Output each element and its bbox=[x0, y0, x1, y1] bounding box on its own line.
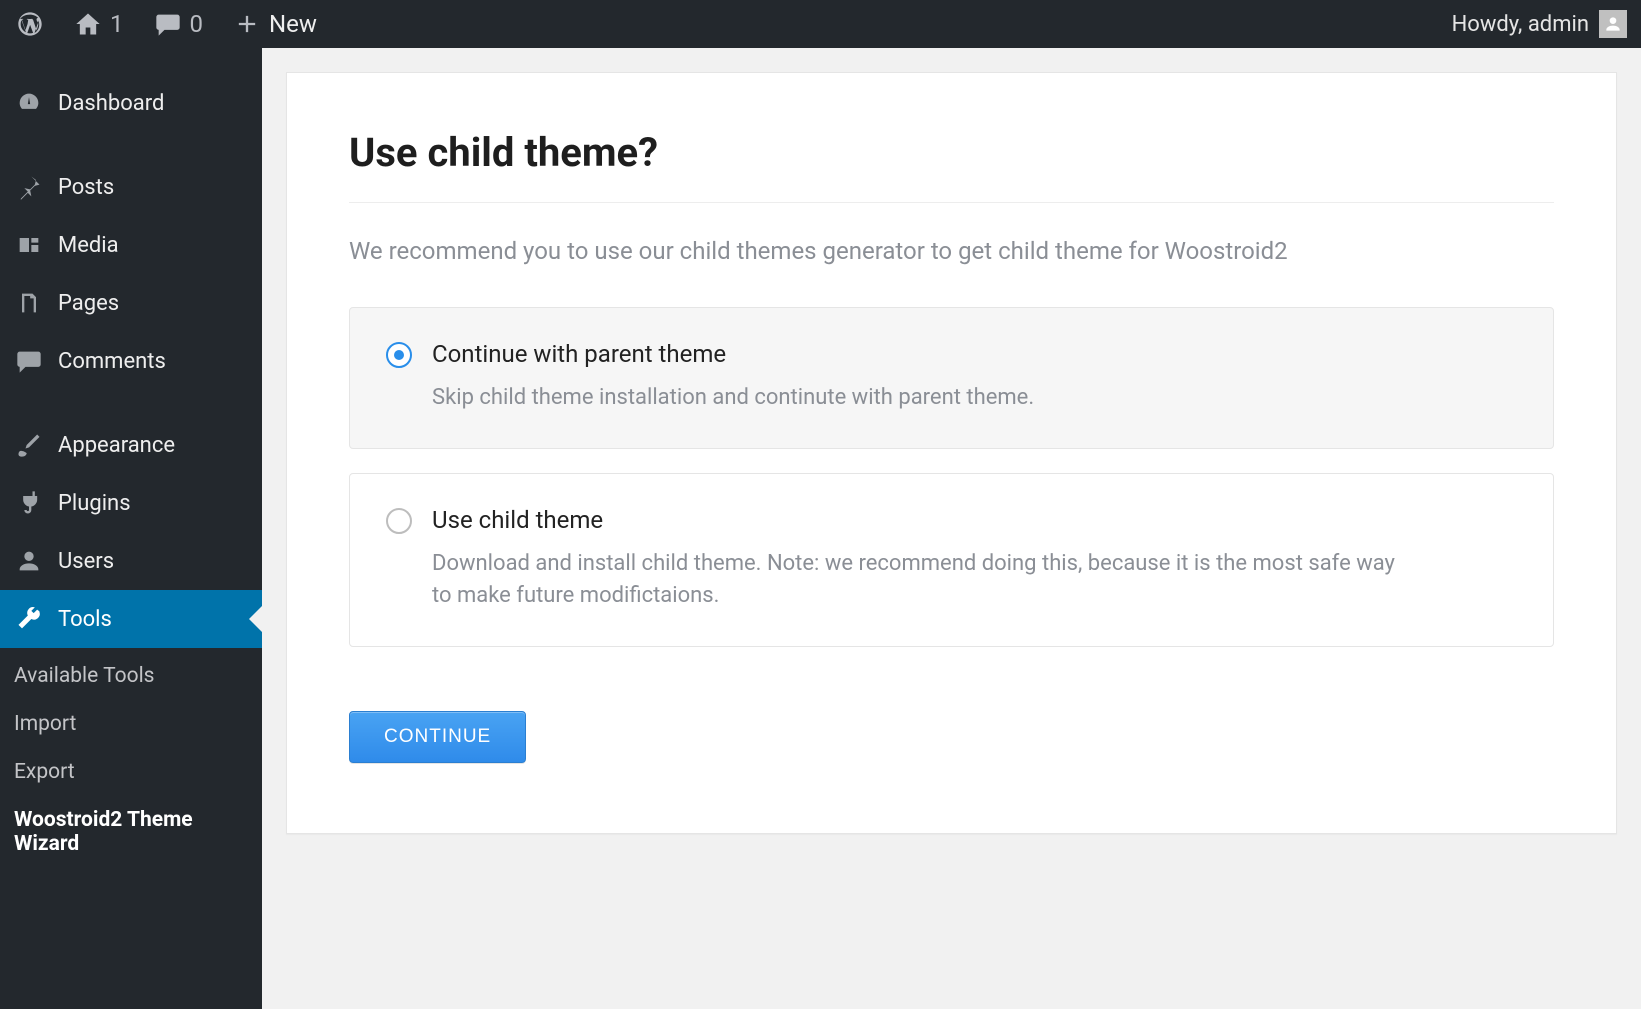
option-title: Continue with parent theme bbox=[432, 340, 1034, 368]
menu-comments[interactable]: Comments bbox=[0, 332, 262, 390]
comments-count: 0 bbox=[190, 10, 204, 38]
plug-icon bbox=[14, 488, 44, 518]
menu-label: Media bbox=[58, 233, 119, 258]
radio-parent-theme[interactable] bbox=[386, 342, 412, 368]
page-title: Use child theme? bbox=[349, 129, 1554, 176]
radio-child-theme[interactable] bbox=[386, 508, 412, 534]
menu-pages[interactable]: Pages bbox=[0, 274, 262, 332]
option-desc: Skip child theme installation and contin… bbox=[432, 382, 1034, 414]
option-body: Use child theme Download and install chi… bbox=[432, 506, 1412, 612]
menu-label: Appearance bbox=[58, 433, 175, 458]
continue-button[interactable]: CONTINUE bbox=[349, 711, 526, 763]
howdy-label[interactable]: Howdy, admin bbox=[1452, 12, 1589, 37]
menu-dashboard[interactable]: Dashboard bbox=[0, 74, 262, 132]
submenu-import[interactable]: Import bbox=[0, 700, 262, 748]
pages-icon bbox=[14, 288, 44, 318]
adminbar-left: 1 0 New bbox=[10, 0, 323, 48]
new-label: New bbox=[269, 10, 317, 38]
media-icon bbox=[14, 230, 44, 260]
wizard-panel: Use child theme? We recommend you to use… bbox=[286, 72, 1617, 834]
menu-media[interactable]: Media bbox=[0, 216, 262, 274]
option-desc: Download and install child theme. Note: … bbox=[432, 548, 1412, 612]
menu-appearance[interactable]: Appearance bbox=[0, 416, 262, 474]
submenu-available-tools[interactable]: Available Tools bbox=[0, 652, 262, 700]
menu-plugins[interactable]: Plugins bbox=[0, 474, 262, 532]
admin-bar: 1 0 New Howdy, admin bbox=[0, 0, 1641, 48]
comments-icon bbox=[14, 346, 44, 376]
menu-label: Users bbox=[58, 549, 114, 574]
wrench-icon bbox=[14, 604, 44, 634]
menu-label: Dashboard bbox=[58, 91, 164, 116]
menu-label: Tools bbox=[58, 607, 112, 632]
comments-link[interactable]: 0 bbox=[148, 0, 210, 48]
wordpress-icon bbox=[16, 10, 44, 38]
avatar[interactable] bbox=[1599, 10, 1627, 38]
plus-icon bbox=[233, 10, 261, 38]
submenu-export[interactable]: Export bbox=[0, 748, 262, 796]
site-count: 1 bbox=[110, 10, 124, 38]
comment-icon bbox=[154, 10, 182, 38]
menu-tools[interactable]: Tools bbox=[0, 590, 262, 648]
menu-label: Posts bbox=[58, 175, 114, 200]
pin-icon bbox=[14, 172, 44, 202]
home-icon bbox=[74, 10, 102, 38]
option-body: Continue with parent theme Skip child th… bbox=[432, 340, 1034, 414]
dashboard-icon bbox=[14, 88, 44, 118]
menu-label: Plugins bbox=[58, 491, 131, 516]
site-link[interactable]: 1 bbox=[68, 0, 130, 48]
brush-icon bbox=[14, 430, 44, 460]
new-content-link[interactable]: New bbox=[227, 0, 323, 48]
option-title: Use child theme bbox=[432, 506, 1412, 534]
content-area: Use child theme? We recommend you to use… bbox=[262, 48, 1641, 1009]
page-subtitle: We recommend you to use our child themes… bbox=[349, 237, 1554, 265]
admin-sidebar: Dashboard Posts Media Pages Comments App… bbox=[0, 48, 262, 1009]
menu-users[interactable]: Users bbox=[0, 532, 262, 590]
option-child-theme[interactable]: Use child theme Download and install chi… bbox=[349, 473, 1554, 647]
submenu-theme-wizard[interactable]: Woostroid2 Theme Wizard bbox=[0, 796, 262, 868]
menu-label: Comments bbox=[58, 349, 166, 374]
adminbar-right: Howdy, admin bbox=[1452, 10, 1627, 38]
menu-label: Pages bbox=[58, 291, 119, 316]
divider bbox=[349, 202, 1554, 203]
option-parent-theme[interactable]: Continue with parent theme Skip child th… bbox=[349, 307, 1554, 449]
wp-logo[interactable] bbox=[10, 0, 50, 48]
user-icon bbox=[14, 546, 44, 576]
tools-submenu: Available Tools Import Export Woostroid2… bbox=[0, 648, 262, 880]
menu-posts[interactable]: Posts bbox=[0, 158, 262, 216]
